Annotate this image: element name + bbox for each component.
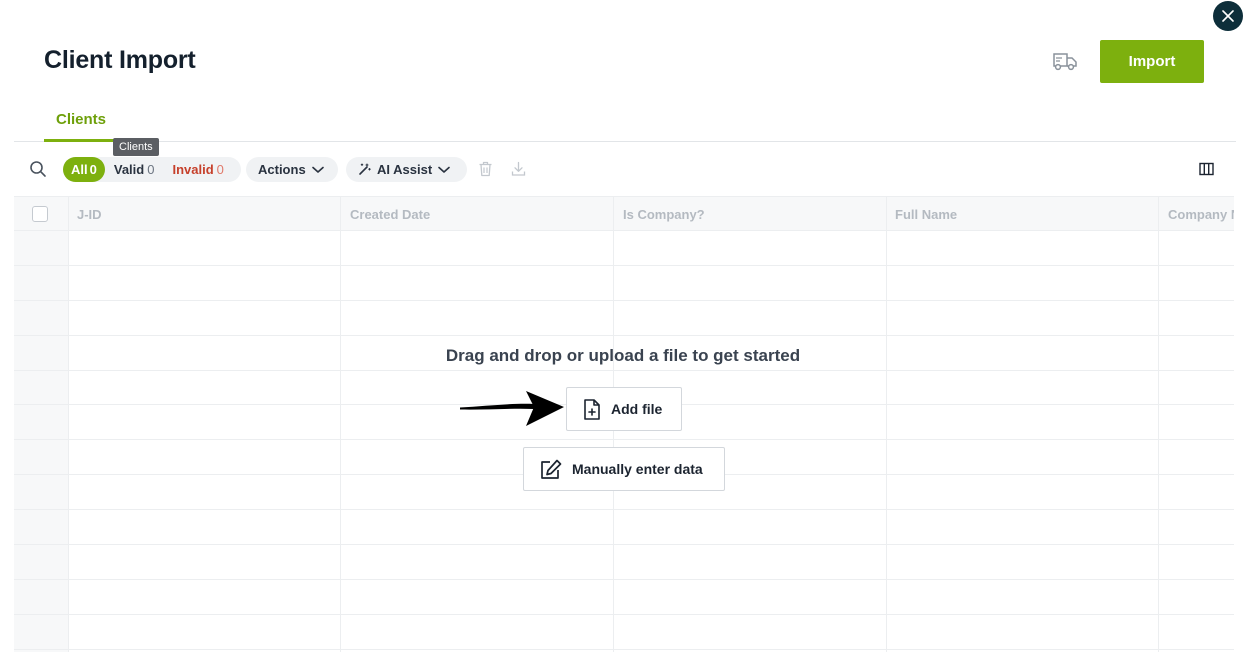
column-header-j-id[interactable]: J-ID <box>68 197 102 231</box>
chevron-down-icon <box>438 166 450 173</box>
add-file-button[interactable]: Add file <box>566 387 682 431</box>
row-divider <box>14 439 1234 440</box>
actions-label: Actions <box>258 162 306 177</box>
column-header-full-name[interactable]: Full Name <box>886 197 957 231</box>
select-all-checkbox[interactable] <box>32 206 48 222</box>
row-divider <box>14 649 1234 650</box>
filter-invalid[interactable]: Invalid 0 <box>163 157 232 182</box>
import-button[interactable]: Import <box>1100 40 1204 83</box>
trash-icon[interactable] <box>478 161 493 177</box>
row-divider <box>14 509 1234 510</box>
filter-all-count: 0 <box>89 162 97 177</box>
close-button[interactable] <box>1213 1 1243 31</box>
chevron-down-icon <box>311 166 324 173</box>
tab-bar: Clients <box>14 100 1236 142</box>
arrow-annotation <box>460 391 564 426</box>
tab-clients[interactable]: Clients <box>44 100 118 142</box>
row-divider <box>14 614 1234 615</box>
row-divider <box>14 579 1234 580</box>
actions-dropdown[interactable]: Actions <box>246 157 338 182</box>
filter-all-label: All <box>71 162 88 177</box>
row-divider <box>14 265 1234 266</box>
filter-valid[interactable]: Valid 0 <box>105 157 164 182</box>
row-divider <box>14 544 1234 545</box>
row-divider <box>14 370 1234 371</box>
ai-assist-dropdown[interactable]: AI Assist <box>346 157 467 182</box>
filter-all[interactable]: All 0 <box>63 157 105 182</box>
grid-header: J-ID Created Date Is Company? Full Name … <box>14 196 1234 231</box>
close-icon <box>1222 10 1234 22</box>
ai-assist-label: AI Assist <box>377 162 433 177</box>
magic-wand-icon <box>359 163 371 175</box>
column-header-created-date[interactable]: Created Date <box>341 197 430 231</box>
filter-valid-count: 0 <box>147 162 155 177</box>
add-file-label: Add file <box>611 401 663 417</box>
tooltip: Clients <box>113 138 159 156</box>
manual-entry-label: Manually enter data <box>572 461 703 477</box>
file-plus-icon <box>584 398 600 420</box>
row-divider <box>14 300 1234 301</box>
column-header-company-name[interactable]: Company Name <box>1159 197 1234 231</box>
edit-icon <box>541 459 562 479</box>
filter-invalid-label: Invalid <box>172 162 214 177</box>
download-icon[interactable] <box>511 161 526 177</box>
filter-invalid-count: 0 <box>216 162 224 177</box>
manually-enter-data-button[interactable]: Manually enter data <box>523 447 725 491</box>
status-filter-group: All 0 Valid 0 Invalid 0 <box>63 157 241 182</box>
columns-icon[interactable] <box>1199 162 1214 176</box>
filter-valid-label: Valid <box>113 162 145 177</box>
row-divider <box>14 335 1234 336</box>
page-title: Client Import <box>44 46 196 74</box>
column-header-is-company[interactable]: Is Company? <box>614 197 705 231</box>
toolbar: All 0 Valid 0 Invalid 0 Actions AI Assist <box>0 155 1246 183</box>
truck-icon[interactable] <box>1052 50 1078 72</box>
row-number-column <box>14 231 68 652</box>
search-icon[interactable] <box>29 160 47 178</box>
empty-state-message: Drag and drop or upload a file to get st… <box>445 346 801 365</box>
